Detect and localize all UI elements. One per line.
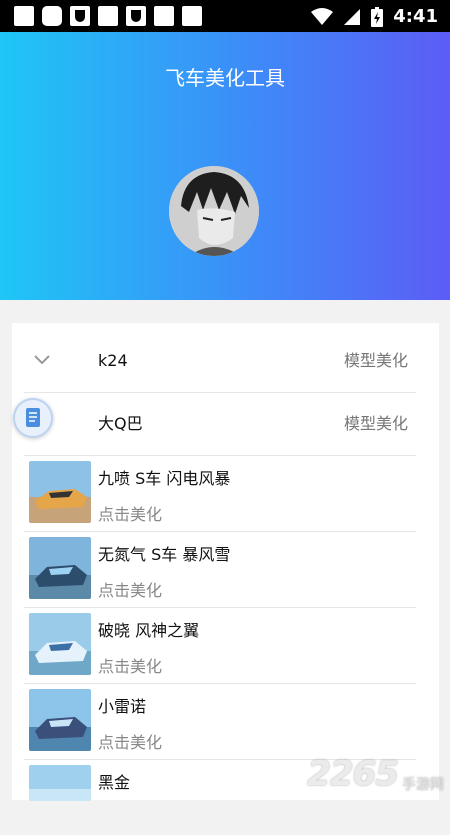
car-thumbnail bbox=[29, 613, 91, 675]
group-tag: 模型美化 bbox=[343, 351, 408, 370]
item-title: 黑金 bbox=[98, 773, 131, 792]
list-item[interactable]: 破晓 风神之翼 点击美化 bbox=[24, 607, 416, 684]
group-row[interactable]: 大Q巴 模型美化 bbox=[24, 392, 416, 456]
car-thumbnail bbox=[29, 537, 91, 599]
page-title: 飞车美化工具 bbox=[165, 66, 285, 90]
signal-icon bbox=[344, 8, 361, 25]
item-title: 无氮气 S车 暴风雪 bbox=[98, 545, 231, 564]
avatar-image bbox=[169, 166, 259, 256]
shield-notification-icon bbox=[126, 6, 146, 26]
chevron-down-icon[interactable] bbox=[34, 355, 50, 365]
item-title: 小雷诺 bbox=[98, 697, 147, 716]
item-action[interactable]: 点击美化 bbox=[98, 501, 162, 525]
list-panel: k24 模型美化 大Q巴 模型美化 九喷 S车 闪电风暴 点击美化 无氮气 S车… bbox=[12, 323, 439, 801]
car-thumbnail bbox=[29, 765, 91, 801]
watermark-text: 手游网 bbox=[402, 777, 444, 793]
item-title: 九喷 S车 闪电风暴 bbox=[98, 469, 231, 488]
list-item[interactable]: 无氮气 S车 暴风雪 点击美化 bbox=[24, 531, 416, 608]
watermark-number: 2265 bbox=[307, 754, 399, 794]
car-thumbnail bbox=[29, 461, 91, 523]
item-action[interactable]: 点击美化 bbox=[98, 653, 162, 677]
notification-icon bbox=[98, 6, 118, 26]
watermark-logo: 2265 手游网 bbox=[307, 754, 444, 794]
document-icon bbox=[26, 408, 40, 427]
clock: 4:41 bbox=[393, 6, 438, 27]
floating-document-button[interactable] bbox=[13, 398, 53, 438]
item-action[interactable]: 点击美化 bbox=[98, 577, 162, 601]
notification-icon bbox=[14, 6, 34, 26]
notification-icons bbox=[14, 6, 202, 26]
shield-notification-icon bbox=[70, 6, 90, 26]
status-bar: 4:41 bbox=[0, 0, 450, 32]
group-tag: 模型美化 bbox=[343, 414, 408, 433]
group-name: 大Q巴 bbox=[98, 414, 143, 433]
list-item[interactable]: 九喷 S车 闪电风暴 点击美化 bbox=[24, 455, 416, 532]
list-item[interactable]: 小雷诺 点击美化 bbox=[24, 683, 416, 760]
notification-icon bbox=[154, 6, 174, 26]
item-title: 破晓 风神之翼 bbox=[98, 621, 200, 640]
header-banner: 飞车美化工具 bbox=[0, 32, 450, 300]
avatar[interactable] bbox=[169, 166, 259, 256]
car-thumbnail bbox=[29, 689, 91, 751]
notification-icon bbox=[182, 6, 202, 26]
wifi-icon bbox=[311, 7, 334, 25]
item-action[interactable]: 点击美化 bbox=[98, 729, 162, 753]
notification-icon bbox=[42, 6, 62, 26]
battery-charging-icon bbox=[371, 6, 384, 27]
group-name: k24 bbox=[98, 351, 128, 370]
group-row[interactable]: k24 模型美化 bbox=[24, 329, 416, 393]
